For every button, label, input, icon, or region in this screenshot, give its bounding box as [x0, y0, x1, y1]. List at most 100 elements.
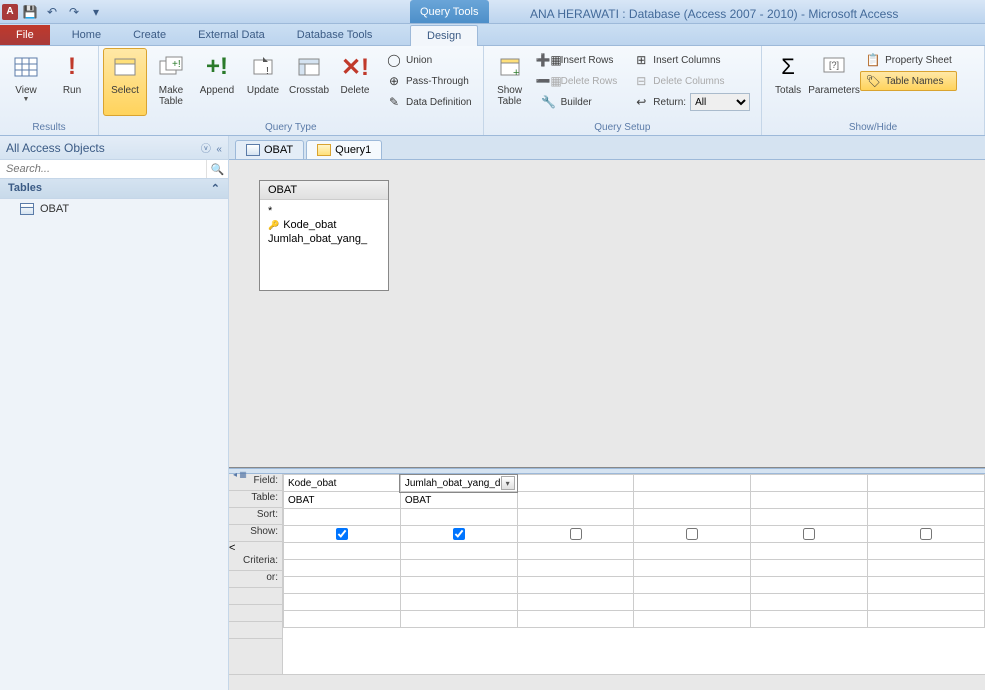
doc-tab-obat[interactable]: OBAT [235, 140, 304, 159]
show-checkbox[interactable] [686, 528, 698, 540]
grid-cell[interactable] [751, 509, 868, 526]
grid-cell[interactable] [517, 543, 634, 560]
grid-cell[interactable] [868, 492, 985, 509]
grid-cell[interactable]: OBAT [400, 492, 517, 509]
grid-cell[interactable] [751, 475, 868, 492]
totals-button[interactable]: Σ Totals [766, 48, 810, 116]
grid-cell[interactable] [517, 577, 634, 594]
grid-cell[interactable] [284, 543, 401, 560]
grid-cell[interactable] [634, 543, 751, 560]
redo-qat-button[interactable]: ↷ [64, 2, 84, 22]
grid-cell[interactable] [868, 543, 985, 560]
tab-file[interactable]: File [0, 25, 50, 45]
grid-cell[interactable] [400, 560, 517, 577]
delete-query-button[interactable]: ✕! Delete [333, 48, 377, 116]
grid-cell[interactable] [634, 492, 751, 509]
save-qat-button[interactable]: 💾 [20, 2, 40, 22]
grid-cell[interactable] [400, 577, 517, 594]
search-icon[interactable]: 🔍 [206, 160, 228, 178]
grid-cell[interactable] [284, 560, 401, 577]
grid-cell[interactable] [284, 594, 401, 611]
grid-cell[interactable] [517, 594, 634, 611]
show-table-button[interactable]: + Show Table [488, 48, 532, 116]
nav-search-input[interactable] [0, 160, 206, 178]
insert-columns-button[interactable]: ⊞ Insert Columns [628, 50, 755, 70]
doc-tab-query1[interactable]: Query1 [306, 140, 382, 159]
grid-cell[interactable] [751, 543, 868, 560]
field-list-item[interactable]: Jumlah_obat_yang_ [266, 232, 382, 246]
grid-cell[interactable] [751, 611, 868, 628]
qat-customize-button[interactable]: ▾ [86, 2, 106, 22]
grid-cell[interactable] [517, 475, 634, 492]
grid-cell[interactable] [400, 594, 517, 611]
grid-cell[interactable] [868, 526, 985, 543]
grid-cell[interactable] [868, 560, 985, 577]
show-checkbox[interactable] [453, 528, 465, 540]
crosstab-button[interactable]: Crosstab [287, 48, 331, 116]
grid-cell[interactable] [517, 509, 634, 526]
return-select[interactable]: All [690, 93, 750, 111]
nav-collapse-icon[interactable]: ⓥ « [201, 140, 222, 155]
data-definition-button[interactable]: ✎ Data Definition [381, 92, 477, 112]
show-checkbox[interactable] [570, 528, 582, 540]
grid-cell[interactable] [751, 594, 868, 611]
show-checkbox[interactable] [920, 528, 932, 540]
horizontal-splitter[interactable]: ◂ ▦ [229, 468, 985, 474]
grid-cell[interactable]: Kode_obat [284, 475, 401, 492]
field-list-item[interactable]: 🔑 Kode_obat [266, 218, 382, 232]
append-button[interactable]: +! Append [195, 48, 239, 116]
tab-external-data[interactable]: External Data [182, 25, 281, 45]
update-button[interactable]: ! Update [241, 48, 285, 116]
grid-cell[interactable] [634, 611, 751, 628]
make-table-button[interactable]: +! Make Table [149, 48, 193, 116]
grid-cell[interactable] [400, 526, 517, 543]
field-list-star[interactable]: * [266, 204, 382, 218]
grid-cell[interactable]: OBAT [284, 492, 401, 509]
grid-cell[interactable] [751, 492, 868, 509]
insert-rows-button[interactable]: ➕▦ Insert Rows [536, 50, 623, 70]
nav-section-tables[interactable]: Tables ⌃ [0, 179, 228, 199]
grid-cell[interactable] [751, 577, 868, 594]
builder-button[interactable]: 🔧 Builder [536, 92, 623, 112]
select-query-button[interactable]: Select [103, 48, 147, 116]
bottom-scrollbar[interactable] [229, 674, 985, 690]
nav-item-obat[interactable]: OBAT [0, 199, 228, 219]
dropdown-icon[interactable]: ▾ [501, 476, 515, 490]
grid-cell[interactable] [868, 475, 985, 492]
undo-qat-button[interactable]: ↶ [42, 2, 62, 22]
grid-cell[interactable] [400, 509, 517, 526]
view-button[interactable]: View ▼ [4, 48, 48, 116]
parameters-button[interactable]: [?] Parameters [812, 48, 856, 116]
grid-cell[interactable] [751, 560, 868, 577]
grid-cell[interactable] [634, 594, 751, 611]
grid-cell[interactable] [634, 577, 751, 594]
grid-cell[interactable] [751, 526, 868, 543]
grid-cell[interactable] [634, 509, 751, 526]
grid-cell[interactable] [634, 560, 751, 577]
grid-cell[interactable] [868, 594, 985, 611]
tab-design[interactable]: Design [410, 25, 478, 46]
grid-cell[interactable] [868, 577, 985, 594]
run-button[interactable]: ! Run [50, 48, 94, 116]
grid-cell[interactable] [517, 526, 634, 543]
grid-cell[interactable] [284, 526, 401, 543]
grid-cell[interactable] [284, 611, 401, 628]
grid-cell[interactable] [284, 577, 401, 594]
grid-cell[interactable] [400, 543, 517, 560]
table-names-button[interactable]: 🏷 Table Names [860, 71, 957, 91]
grid-cell[interactable] [868, 509, 985, 526]
show-checkbox[interactable] [336, 528, 348, 540]
property-sheet-button[interactable]: 📋 Property Sheet [860, 50, 957, 70]
tab-database-tools[interactable]: Database Tools [281, 25, 389, 45]
passthrough-button[interactable]: ⊕ Pass-Through [381, 71, 477, 91]
grid-cell[interactable] [284, 509, 401, 526]
grid-cell[interactable] [517, 492, 634, 509]
grid-cell[interactable]: Jumlah_obat_yang_di▾ [400, 475, 517, 492]
show-checkbox[interactable] [803, 528, 815, 540]
field-list-obat[interactable]: OBAT * 🔑 Kode_obat Jumlah_obat_yang_ [259, 180, 389, 291]
tab-home[interactable]: Home [56, 25, 117, 45]
grid-cell[interactable] [517, 611, 634, 628]
nav-header[interactable]: All Access Objects ⓥ « [0, 136, 228, 160]
query-design-surface[interactable]: OBAT * 🔑 Kode_obat Jumlah_obat_yang_ [229, 160, 985, 468]
grid-cell[interactable] [868, 611, 985, 628]
